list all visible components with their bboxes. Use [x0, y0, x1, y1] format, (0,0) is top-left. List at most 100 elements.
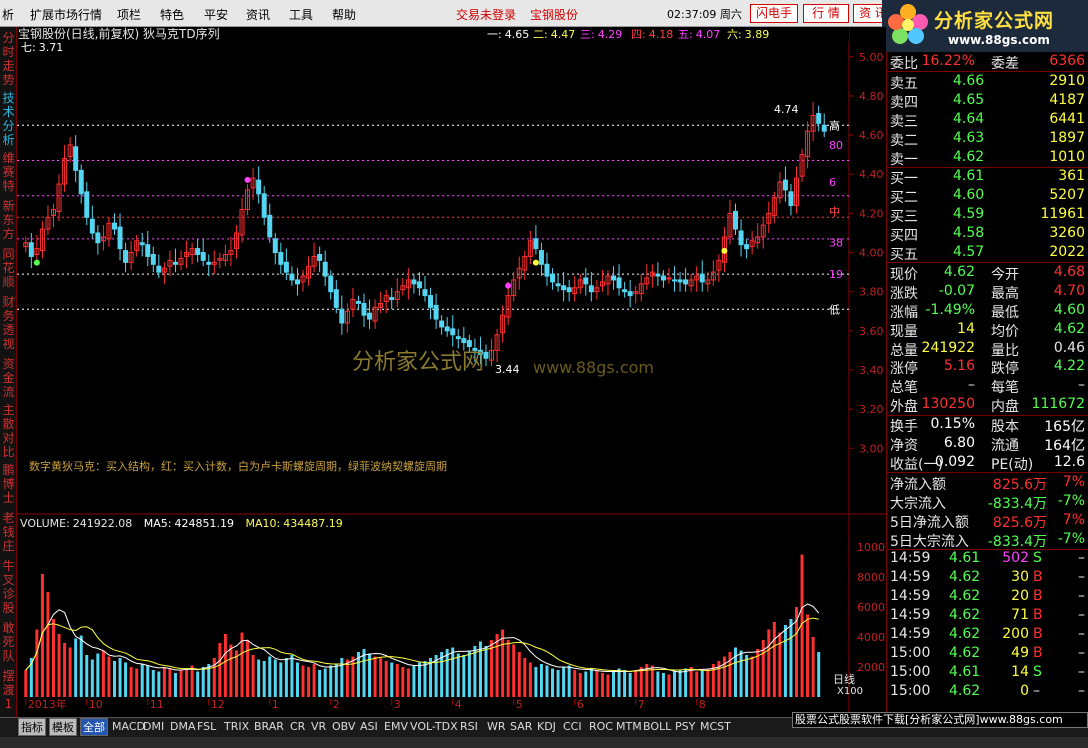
candle-body[interactable]	[111, 222, 117, 230]
candle-body[interactable]	[450, 328, 456, 336]
candle-body[interactable]	[611, 275, 617, 281]
nav-item-technical[interactable]: 技术分析	[0, 91, 17, 147]
candle-body[interactable]	[433, 304, 439, 320]
candle-body[interactable]	[683, 279, 689, 285]
candle-body[interactable]	[738, 230, 744, 246]
candle-body[interactable]	[622, 289, 628, 293]
tab-indicator-psy[interactable]: PSY	[675, 720, 695, 733]
nav-item-weisaite[interactable]: 维赛特	[0, 151, 17, 193]
candle-body[interactable]	[361, 302, 367, 316]
candle-body[interactable]	[328, 275, 334, 293]
candle-body[interactable]	[483, 351, 489, 359]
candle-body[interactable]	[566, 287, 572, 293]
tab-indicator-mtm[interactable]: MTM	[616, 720, 642, 733]
flash-trade-button[interactable]: 闪电手	[750, 4, 798, 23]
candle-body[interactable]	[267, 214, 273, 238]
candle-body[interactable]	[660, 275, 666, 281]
candle-body[interactable]	[666, 277, 672, 280]
tab-indicator-sar[interactable]: SAR	[510, 720, 532, 733]
candle-body[interactable]	[439, 320, 445, 328]
candle-body[interactable]	[428, 295, 434, 308]
candle-body[interactable]	[95, 232, 101, 244]
candle-body[interactable]	[788, 191, 794, 207]
tab-indicator-fsl[interactable]: FSL	[197, 720, 216, 733]
candle-body[interactable]	[206, 261, 212, 265]
tab-indicator-emv[interactable]: EMV	[384, 720, 408, 733]
candle-body[interactable]	[550, 273, 556, 283]
candle-body[interactable]	[455, 336, 461, 340]
nav-item-capital-flow[interactable]: 资金流	[0, 357, 17, 399]
kline-chart[interactable]: 宝钢股份(日线,前复权) 狄马克TD序列 七: 3.71 一: 4.65 二: 4.4…	[17, 27, 886, 717]
candle-body[interactable]	[156, 265, 162, 273]
login-status[interactable]: 交易未登录	[456, 6, 516, 23]
candle-body[interactable]	[200, 252, 206, 261]
tab-all[interactable]: 全部	[80, 718, 108, 736]
candle-body[interactable]	[466, 340, 472, 347]
candle-body[interactable]	[322, 261, 328, 277]
candle-body[interactable]	[533, 238, 539, 250]
nav-item-xindongfang[interactable]: 新东方	[0, 199, 17, 241]
candle-body[interactable]	[256, 179, 262, 195]
tab-indicator-kdj[interactable]: KDJ	[537, 720, 556, 733]
nav-item-laoqianzhuang[interactable]: 老钱庄	[0, 511, 17, 553]
tab-indicator-boll[interactable]: BOLL	[643, 720, 671, 733]
tab-indicator-brar[interactable]: BRAR	[254, 720, 284, 733]
candle-body[interactable]	[627, 291, 633, 297]
candle-body[interactable]	[422, 289, 428, 297]
candle-body[interactable]	[588, 285, 594, 293]
nav-item-pengboshi[interactable]: 鹏博士	[0, 463, 17, 505]
candle-body[interactable]	[367, 312, 373, 320]
candle-body[interactable]	[411, 279, 417, 285]
candle-body[interactable]	[416, 281, 422, 289]
menu-item-analysis[interactable]: 析	[2, 6, 14, 23]
tab-indicator-cci[interactable]: CCI	[563, 720, 582, 733]
candle-body[interactable]	[283, 261, 289, 273]
candle-body[interactable]	[123, 250, 129, 263]
nav-item-baidu[interactable]: 摆渡1	[0, 669, 17, 711]
candle-body[interactable]	[278, 252, 284, 265]
tab-indicator[interactable]: 指标	[18, 718, 46, 736]
candle-body[interactable]	[172, 261, 178, 265]
tab-indicator-wr[interactable]: WR	[487, 720, 506, 733]
tab-indicator-mcst[interactable]: MCST	[700, 720, 731, 733]
candle-body[interactable]	[150, 253, 156, 265]
menu-item-help[interactable]: 帮助	[332, 6, 356, 23]
candle-body[interactable]	[583, 277, 589, 285]
tab-indicator-roc[interactable]: ROC	[589, 720, 613, 733]
candle-body[interactable]	[261, 193, 267, 218]
candle-body[interactable]	[317, 253, 323, 261]
ticker-banner[interactable]: 股票公式股票软件下载[分析家公式网]www.88gs.com	[792, 712, 1088, 728]
candle-body[interactable]	[389, 297, 395, 301]
candle-body[interactable]	[461, 338, 467, 344]
candle-body[interactable]	[699, 273, 705, 283]
menu-item-extended-market[interactable]: 扩展市场行情	[30, 6, 102, 23]
menu-item-pingan[interactable]: 平安	[204, 6, 228, 23]
candle-body[interactable]	[84, 191, 90, 218]
candle-body[interactable]	[117, 226, 123, 250]
candle-body[interactable]	[289, 273, 295, 281]
candle-body[interactable]	[782, 179, 788, 191]
nav-item-main-retail[interactable]: 主散对比	[0, 403, 17, 459]
tab-indicator-macd[interactable]: MACD	[112, 720, 145, 733]
tab-indicator-dma[interactable]: DMA	[170, 720, 196, 733]
candle-body[interactable]	[339, 308, 345, 324]
candle-body[interactable]	[561, 285, 567, 291]
candle-body[interactable]	[672, 279, 678, 282]
candle-body[interactable]	[444, 326, 450, 332]
candle-body[interactable]	[89, 218, 95, 234]
candle-body[interactable]	[655, 273, 661, 277]
menu-item-special[interactable]: 特色	[160, 6, 184, 23]
menu-item-tools[interactable]: 工具	[289, 6, 313, 23]
candle-body[interactable]	[28, 242, 34, 257]
candle-body[interactable]	[555, 283, 561, 287]
candle-body[interactable]	[355, 300, 361, 304]
candle-body[interactable]	[616, 277, 622, 289]
quote-button[interactable]: 行 情	[803, 4, 849, 23]
nav-item-intraday[interactable]: 分时走势	[0, 31, 17, 87]
candle-body[interactable]	[816, 113, 822, 124]
menu-item-project[interactable]: 项栏	[117, 6, 141, 23]
nav-item-niucha[interactable]: 牛叉诊股	[0, 559, 17, 615]
candle-body[interactable]	[677, 279, 683, 283]
candle-body[interactable]	[272, 238, 278, 254]
candle-body[interactable]	[333, 289, 339, 308]
